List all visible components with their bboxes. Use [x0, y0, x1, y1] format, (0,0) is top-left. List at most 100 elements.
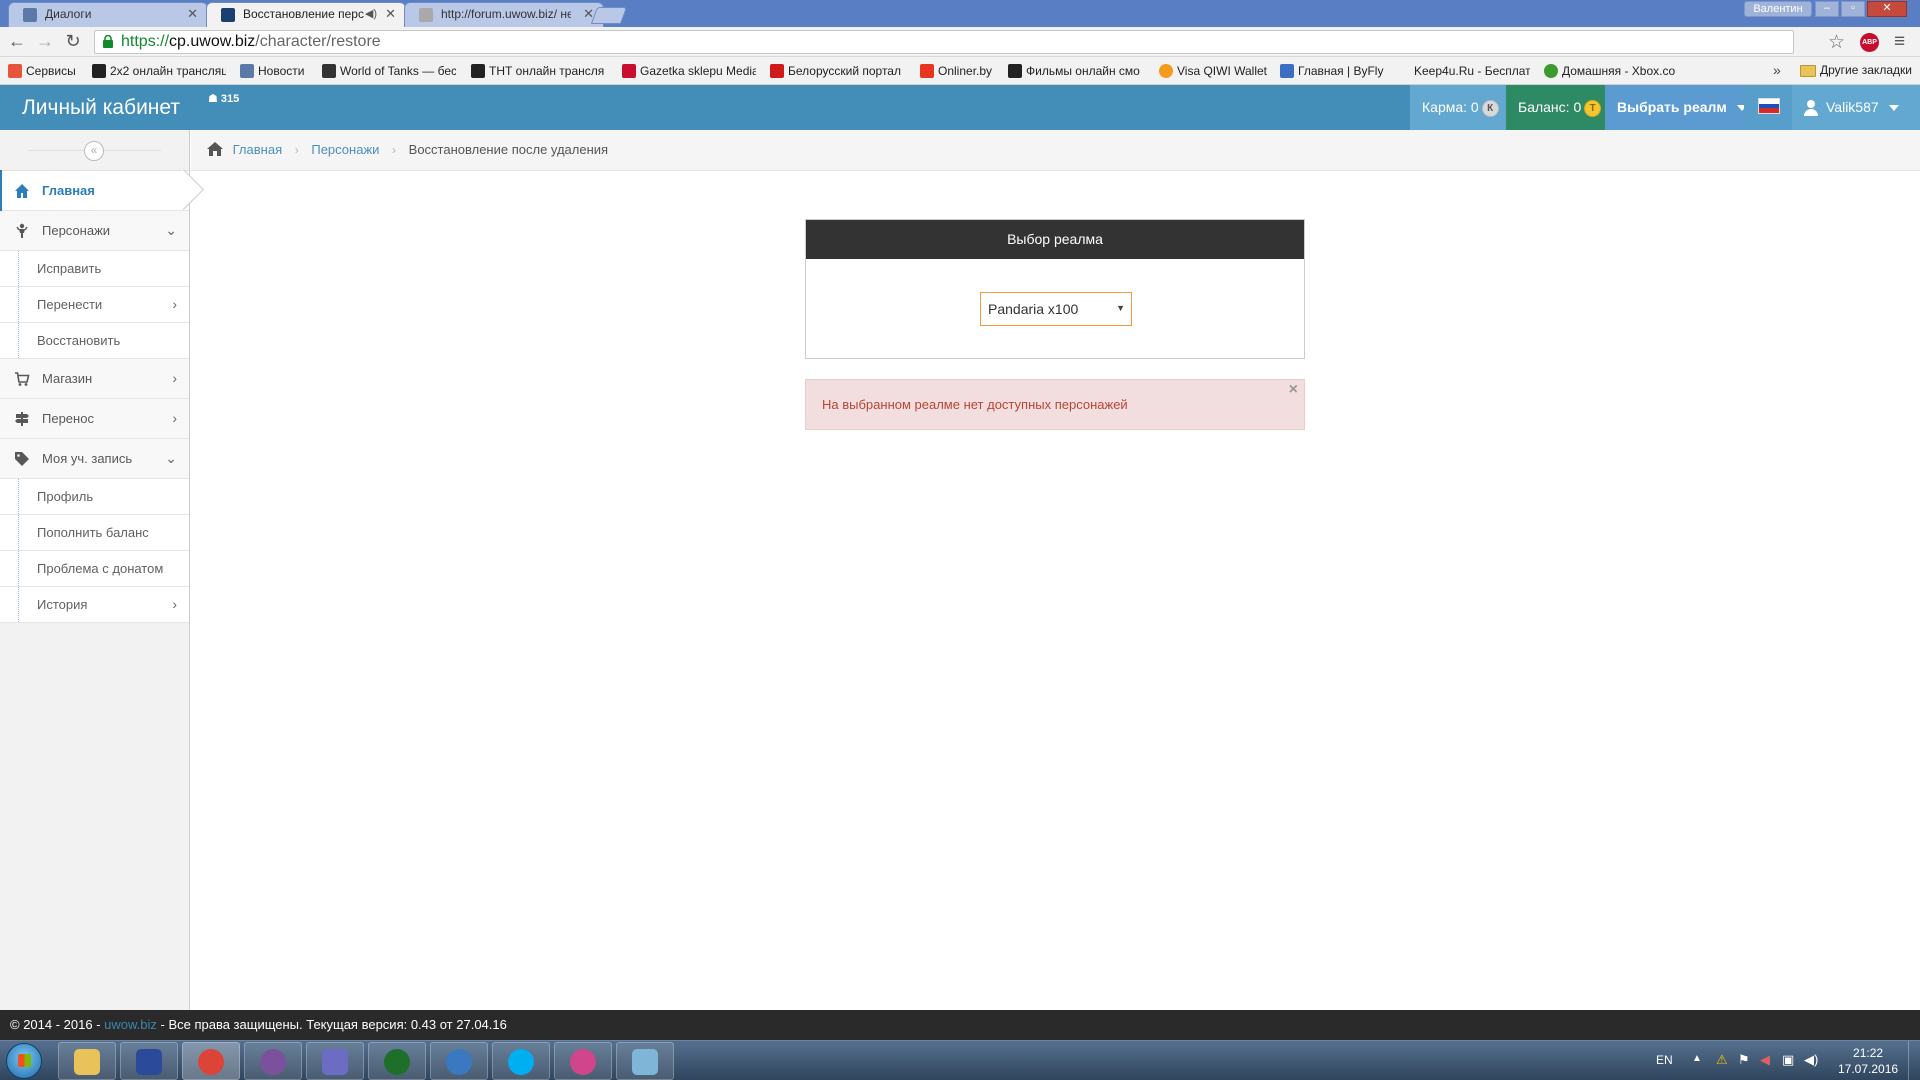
browser-tab-forum[interactable]: http://forum.uwow.biz/ не ✕ — [404, 2, 604, 27]
sidebar-collapse-button[interactable]: « — [84, 141, 104, 161]
taskbar-app[interactable] — [554, 1042, 612, 1080]
save-disk-icon — [136, 1049, 162, 1075]
bookmark-item[interactable]: Фильмы онлайн смо — [1008, 63, 1142, 79]
address-bar[interactable]: https://cp.uwow.biz/character/restore — [94, 30, 1794, 54]
onliner-icon — [920, 64, 934, 78]
browser-menu-icon[interactable]: ≡ — [1894, 31, 1905, 53]
breadcrumb: Главная › Персонажи › Восстановление пос… — [191, 130, 1920, 171]
system-tray: EN ▲ ⚠ ⚑ ◀ ▣ ◀) 21:22 17.07.2016 — [1650, 1041, 1920, 1080]
minimize-button[interactable]: – — [1815, 1, 1839, 17]
alien-icon — [92, 64, 106, 78]
skype-icon — [508, 1049, 534, 1075]
sidebar-subitem-restore[interactable]: Восстановить — [0, 323, 189, 359]
user-menu[interactable]: Valik587 — [1792, 85, 1920, 130]
breadcrumb-separator-icon: › — [392, 143, 397, 157]
sidebar-subitem-donate-problem[interactable]: Проблема с донатом — [0, 551, 189, 587]
new-tab-button[interactable] — [590, 7, 628, 24]
breadcrumb-separator-icon: › — [294, 143, 299, 157]
footer-site-link[interactable]: uwow.biz — [104, 1017, 157, 1032]
adblock-icon[interactable]: ABP — [1860, 33, 1879, 52]
sidebar: « Главная Персонажи ⌄ Исправить Перенест… — [0, 130, 190, 1010]
karma-indicator[interactable]: Карма: 0К — [1410, 85, 1506, 130]
bookmark-item[interactable]: Visa QIWI Wallet — [1159, 63, 1271, 79]
url-path: /character/restore — [255, 33, 381, 50]
start-button[interactable] — [6, 1043, 42, 1079]
bookmark-item[interactable]: Белорусский портал — [770, 63, 904, 79]
bookmark-item[interactable]: 2x2 онлайн трансляц — [92, 63, 226, 79]
back-button[interactable]: ← — [6, 31, 28, 53]
url-scheme: https:// — [121, 33, 170, 50]
browser-tab-restore[interactable]: Восстановление перс ◀) ✕ — [206, 2, 406, 28]
sidebar-subitem-profile[interactable]: Профиль — [0, 479, 189, 515]
taskbar-app[interactable] — [306, 1042, 364, 1080]
select-realm-button[interactable]: Выбрать реалм — [1605, 85, 1747, 130]
bookmarks-overflow-button[interactable]: » — [1773, 62, 1781, 78]
other-bookmarks-folder[interactable]: Другие закладки — [1800, 63, 1912, 77]
show-hidden-icons-button[interactable]: ▲ — [1692, 1053, 1702, 1064]
brand-title[interactable]: Личный кабинет — [22, 95, 180, 121]
language-switcher[interactable] — [1744, 85, 1792, 130]
sidebar-subitem-topup[interactable]: Пополнить баланс — [0, 515, 189, 551]
taskbar-app[interactable] — [244, 1042, 302, 1080]
browser-tab-strip: Диалоги ✕ Восстановление перс ◀) ✕ http:… — [0, 0, 1920, 28]
system-clock[interactable]: 21:22 17.07.2016 — [1838, 1045, 1898, 1077]
breadcrumb-home-link[interactable]: Главная — [233, 142, 282, 157]
sidebar-item-home[interactable]: Главная — [0, 170, 189, 211]
lock-icon — [103, 35, 113, 48]
bookmark-item[interactable]: Gazetka sklepu Media — [622, 63, 756, 79]
sidebar-item-migration[interactable]: Перенос › — [0, 399, 189, 439]
sidebar-subitem-history[interactable]: История › — [0, 587, 189, 623]
speaker-icon[interactable]: ◀) — [365, 3, 377, 25]
bookmark-item[interactable]: Новости — [240, 63, 310, 79]
bookmark-item[interactable]: ТНТ онлайн трансляц — [471, 63, 605, 79]
notification-badge[interactable]: ☗ 315 — [208, 92, 239, 105]
bookmark-star-icon[interactable]: ☆ — [1828, 31, 1845, 54]
maximize-button[interactable]: ▫ — [1841, 1, 1865, 17]
close-icon[interactable]: ✕ — [187, 3, 198, 25]
bookmark-item[interactable]: Домашняя - Xbox.co — [1544, 63, 1678, 79]
bookmark-item[interactable]: Onliner.by — [920, 63, 1000, 79]
bookmark-item[interactable]: Keep4u.Ru - Бесплат — [1396, 63, 1530, 79]
realm-select[interactable]: Pandaria x100 ▼ — [980, 292, 1132, 326]
breadcrumb-characters-link[interactable]: Персонажи — [311, 142, 379, 157]
sidebar-item-characters[interactable]: Персонажи ⌄ — [0, 211, 189, 251]
window-close-button[interactable]: ✕ — [1867, 1, 1907, 17]
balance-coin-icon: Т — [1584, 99, 1602, 117]
bookmark-item[interactable]: Главная | ByFly — [1280, 63, 1390, 79]
network-icon[interactable]: ▣ — [1782, 1053, 1796, 1067]
russia-flag-icon — [1758, 98, 1780, 114]
bookmark-item[interactable]: World of Tanks — бес — [322, 63, 456, 79]
character-icon — [16, 223, 28, 238]
taskbar-app[interactable] — [430, 1042, 488, 1080]
chevron-right-icon: › — [172, 296, 177, 312]
input-language-indicator[interactable]: EN — [1656, 1053, 1673, 1067]
sidebar-item-account[interactable]: Моя уч. запись ⌄ — [0, 439, 189, 479]
alert-close-button[interactable]: × — [1289, 382, 1298, 398]
action-center-flag-icon[interactable]: ⚑ — [1738, 1053, 1752, 1067]
reload-button[interactable]: ↻ — [62, 31, 84, 53]
speaker-muted-icon[interactable]: ◀ — [1760, 1053, 1774, 1067]
forward-button[interactable]: → — [34, 31, 56, 53]
sidebar-subitem-fix[interactable]: Исправить — [0, 251, 189, 287]
balance-indicator[interactable]: Баланс: 0Т — [1506, 85, 1605, 130]
sidebar-collapse-row: « — [0, 130, 189, 171]
chevron-down-icon: ⌄ — [165, 450, 177, 466]
volume-icon[interactable]: ◀) — [1804, 1053, 1818, 1067]
taskbar-app[interactable] — [492, 1042, 550, 1080]
warning-icon[interactable]: ⚠ — [1716, 1053, 1730, 1067]
taskbar-app[interactable] — [616, 1042, 674, 1080]
bookmark-item[interactable]: Сервисы — [8, 63, 80, 79]
browser-tab-dialogs[interactable]: Диалоги ✕ — [8, 2, 208, 27]
tab-title: Восстановление перс — [243, 7, 364, 21]
karma-coin-icon: К — [1481, 99, 1499, 117]
taskbar-app[interactable] — [58, 1042, 116, 1080]
taskbar-app[interactable] — [120, 1042, 178, 1080]
sidebar-subitem-transfer[interactable]: Перенести › — [0, 287, 189, 323]
taskbar-app[interactable] — [368, 1042, 426, 1080]
battle-client-icon — [446, 1049, 472, 1075]
sidebar-item-shop[interactable]: Магазин › — [0, 359, 189, 399]
taskbar-app[interactable] — [182, 1042, 240, 1080]
show-desktop-button[interactable] — [1908, 1041, 1920, 1080]
close-icon[interactable]: ✕ — [385, 3, 396, 25]
tab-title: Диалоги — [45, 7, 92, 21]
